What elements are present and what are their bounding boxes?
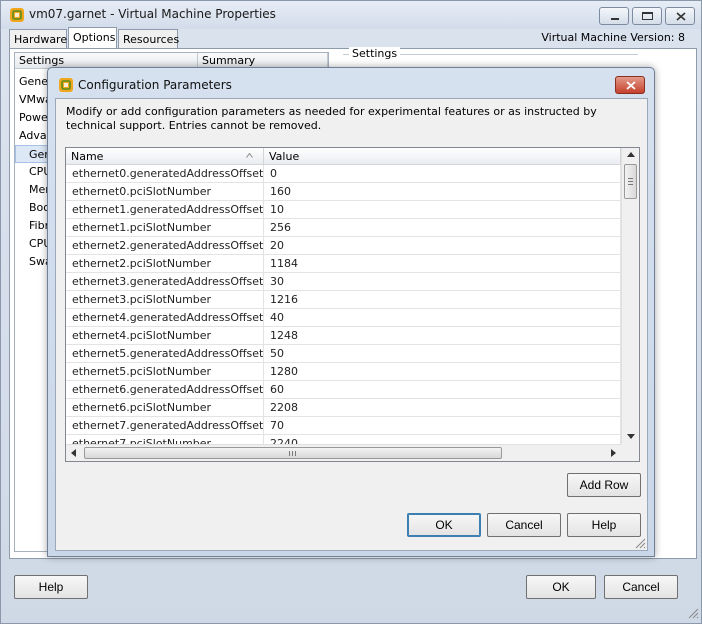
parameter-name-cell[interactable]: ethernet7.generatedAddressOffset (66, 417, 264, 435)
minimize-icon (611, 18, 619, 20)
parameter-name-cell[interactable]: ethernet2.pciSlotNumber (66, 255, 264, 273)
table-row[interactable]: ethernet0.pciSlotNumber 160 (66, 183, 621, 201)
parameter-value-cell[interactable]: 10 (264, 201, 621, 219)
parameter-name-cell[interactable]: ethernet1.pciSlotNumber (66, 219, 264, 237)
table-row[interactable]: ethernet6.pciSlotNumber 2208 (66, 399, 621, 417)
parameter-value-cell[interactable]: 0 (264, 165, 621, 183)
table-row[interactable]: ethernet5.generatedAddressOffset 50 (66, 345, 621, 363)
parameter-name-cell[interactable]: ethernet6.pciSlotNumber (66, 399, 264, 417)
parameter-value-cell[interactable]: 2208 (264, 399, 621, 417)
configuration-parameters-dialog: Configuration Parameters Modify or add c… (47, 67, 655, 557)
table-row[interactable]: ethernet4.pciSlotNumber 1248 (66, 327, 621, 345)
table-row[interactable]: ethernet7.pciSlotNumber 2240 (66, 435, 621, 444)
resize-grip-icon[interactable] (634, 537, 646, 549)
scroll-right-icon[interactable] (611, 449, 616, 457)
parameter-value-cell[interactable]: 50 (264, 345, 621, 363)
horizontal-scrollbar[interactable] (66, 444, 621, 461)
parameter-value-cell[interactable]: 30 (264, 273, 621, 291)
cancel-button[interactable]: Cancel (604, 575, 678, 599)
table-row[interactable]: ethernet4.generatedAddressOffset 40 (66, 309, 621, 327)
dialog-titlebar[interactable]: Configuration Parameters (48, 68, 654, 98)
parameter-value-cell[interactable]: 40 (264, 309, 621, 327)
window-title: vm07.garnet - Virtual Machine Properties (29, 7, 276, 21)
close-icon (676, 12, 686, 21)
parameter-value-cell[interactable]: 160 (264, 183, 621, 201)
dialog-body: Modify or add configuration parameters a… (55, 98, 648, 551)
tab-options[interactable]: Options (68, 27, 117, 49)
ok-button[interactable]: OK (526, 575, 596, 599)
parameter-name-cell[interactable]: ethernet5.generatedAddressOffset (66, 345, 264, 363)
parameter-name-cell[interactable]: ethernet6.generatedAddressOffset (66, 381, 264, 399)
vertical-scrollbar[interactable] (621, 148, 639, 444)
parameter-name-cell[interactable]: ethernet4.generatedAddressOffset (66, 309, 264, 327)
parameter-name-cell[interactable]: ethernet7.pciSlotNumber (66, 435, 264, 444)
table-row[interactable]: ethernet1.generatedAddressOffset 10 (66, 201, 621, 219)
add-row-button[interactable]: Add Row (567, 473, 641, 497)
parameter-name-cell[interactable]: ethernet2.generatedAddressOffset (66, 237, 264, 255)
close-icon (626, 81, 636, 90)
parameter-name-cell[interactable]: ethernet4.pciSlotNumber (66, 327, 264, 345)
table-row[interactable]: ethernet0.generatedAddressOffset 0 (66, 165, 621, 183)
table-row[interactable]: ethernet1.pciSlotNumber 256 (66, 219, 621, 237)
parameter-value-cell[interactable]: 1248 (264, 327, 621, 345)
parameter-value-cell[interactable]: 1184 (264, 255, 621, 273)
parameter-name-cell[interactable]: ethernet3.pciSlotNumber (66, 291, 264, 309)
table-row[interactable]: ethernet2.generatedAddressOffset 20 (66, 237, 621, 255)
close-button[interactable] (665, 7, 695, 25)
table-row[interactable]: ethernet2.pciSlotNumber 1184 (66, 255, 621, 273)
window-titlebar[interactable]: vm07.garnet - Virtual Machine Properties (1, 1, 701, 29)
vertical-scroll-thumb[interactable] (624, 164, 637, 199)
parameter-value-cell[interactable]: 1280 (264, 363, 621, 381)
parameter-value-cell[interactable]: 60 (264, 381, 621, 399)
tab-hardware[interactable]: Hardware (9, 29, 67, 49)
dialog-ok-button[interactable]: OK (407, 513, 481, 537)
scroll-up-icon[interactable] (627, 152, 635, 157)
vsphere-logo-icon (10, 8, 24, 22)
scroll-corner (621, 444, 639, 461)
parameter-name-cell[interactable]: ethernet0.generatedAddressOffset (66, 165, 264, 183)
parameter-value-cell[interactable]: 1216 (264, 291, 621, 309)
parameter-value-cell[interactable]: 20 (264, 237, 621, 255)
dialog-title: Configuration Parameters (78, 78, 232, 92)
parameter-name-cell[interactable]: ethernet1.generatedAddressOffset (66, 201, 264, 219)
parameter-name-cell[interactable]: ethernet5.pciSlotNumber (66, 363, 264, 381)
parameter-value-cell[interactable]: 70 (264, 417, 621, 435)
settings-group-label: Settings (349, 47, 401, 60)
table-rows: ethernet0.generatedAddressOffset 0 etherne… (66, 148, 621, 444)
table-row[interactable]: ethernet3.pciSlotNumber 1216 (66, 291, 621, 309)
vsphere-logo-icon (59, 78, 73, 92)
parameters-table[interactable]: Name Value ethernet0.generatedAddressOff… (65, 147, 640, 462)
dialog-cancel-button[interactable]: Cancel (487, 513, 561, 537)
parameter-value-cell[interactable]: 256 (264, 219, 621, 237)
resize-grip-icon[interactable] (687, 607, 699, 619)
table-row[interactable]: ethernet3.generatedAddressOffset 30 (66, 273, 621, 291)
table-row[interactable]: ethernet6.generatedAddressOffset 60 (66, 381, 621, 399)
table-row[interactable]: ethernet7.generatedAddressOffset 70 (66, 417, 621, 435)
list-item-selected[interactable]: Gen (15, 145, 51, 163)
horizontal-scroll-thumb[interactable] (84, 447, 502, 459)
scroll-left-icon[interactable] (71, 449, 76, 457)
help-button[interactable]: Help (14, 575, 88, 599)
parameter-name-cell[interactable]: ethernet3.generatedAddressOffset (66, 273, 264, 291)
dialog-close-button[interactable] (615, 76, 645, 94)
parameter-value-cell[interactable]: 2240 (264, 435, 621, 444)
scroll-down-icon[interactable] (627, 434, 635, 439)
vm-version-label: Virtual Machine Version: 8 (541, 31, 685, 44)
tab-resources[interactable]: Resources (118, 29, 179, 49)
dialog-description: Modify or add configuration parameters a… (66, 105, 597, 132)
maximize-button[interactable] (632, 7, 662, 25)
parameter-name-cell[interactable]: ethernet0.pciSlotNumber (66, 183, 264, 201)
minimize-button[interactable] (599, 7, 629, 25)
maximize-icon (642, 12, 653, 20)
table-row[interactable]: ethernet5.pciSlotNumber 1280 (66, 363, 621, 381)
dialog-help-button[interactable]: Help (567, 513, 641, 537)
